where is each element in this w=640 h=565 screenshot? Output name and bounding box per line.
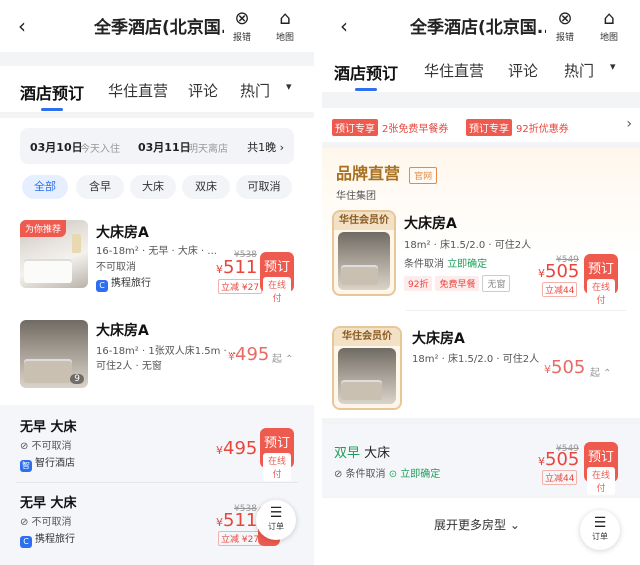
room-price: ¥495 — [228, 344, 270, 365]
back-icon[interactable]: ‹ — [18, 14, 26, 38]
left-screen: ‹ 全季酒店(北京国... ⊗ 报错 ⌂ 地图 酒店预订 华住直营 评论 热门 … — [0, 0, 314, 565]
orders-button[interactable]: ☰ 订单 — [580, 510, 620, 550]
room-info: 18m² · 床1.5/2.0 · 可住2人 — [412, 354, 540, 365]
book-button[interactable]: 预订 在线付 — [584, 442, 618, 495]
tab-reviews[interactable]: 评论 — [508, 60, 538, 81]
room-photo[interactable]: 华住会员价 — [332, 326, 402, 410]
hotel-title: 全季酒店(北京国... — [94, 18, 224, 38]
orders-icon: ☰ — [269, 505, 283, 521]
map-icon: ⌂ — [279, 8, 291, 29]
filter-chip-all[interactable]: 全部 — [22, 175, 68, 199]
promo-discount: 预订专享 92折优惠券 — [466, 119, 569, 136]
discount-badge: 立减44 — [542, 470, 578, 485]
tab-huazhu-direct[interactable]: 华住直营 — [108, 80, 168, 101]
discount-badge: 立减44 — [542, 282, 578, 297]
back-icon[interactable]: ‹ — [340, 14, 348, 38]
vip-price-badge: 华住会员价 — [334, 212, 394, 230]
room-info-2: 可住2人 · 无窗 — [96, 361, 162, 372]
tab-bar: 酒店预订 华住直营 评论 热门 ▾ — [0, 66, 314, 112]
report-error-button[interactable]: ⊗ 报错 — [550, 8, 580, 44]
vip-price-badge: 华住会员价 — [334, 328, 400, 346]
tab-popular[interactable]: 热门 — [240, 80, 270, 101]
zhixing-icon: 智 — [20, 460, 32, 472]
room-price: ¥505 — [544, 357, 586, 378]
promo-breakfast: 预订专享 2张免费早餐券 — [332, 119, 448, 136]
expand-more-rooms[interactable]: 展开更多房型 ⌄ — [434, 516, 520, 533]
cancel-policy: ⊘ 条件取消 ⊙ 立即确定 — [334, 469, 441, 480]
hotel-title: 全季酒店(北京国... — [410, 18, 546, 38]
recommend-badge: 为你推荐 — [20, 220, 67, 237]
tab-popular[interactable]: 热门 — [564, 60, 594, 81]
divider — [16, 482, 298, 483]
filter-chip-king[interactable]: 大床 — [130, 175, 176, 199]
ctrip-icon: C — [96, 280, 108, 292]
date-selector[interactable]: 03月10日 今天入住 03月11日 明天离店 共1晚 › — [20, 128, 294, 164]
report-icon: ⊗ — [557, 8, 573, 29]
filter-chip-twin[interactable]: 双床 — [182, 175, 230, 199]
room-info: 16-18m² · 无早 · 大床 · ... — [96, 246, 217, 257]
cancel-policy: 条件取消 立即确定 — [404, 259, 488, 270]
offer-price: ¥495 — [216, 438, 258, 459]
chevron-right-icon[interactable]: › — [626, 116, 632, 132]
screen-divider — [314, 0, 322, 565]
tab-booking[interactable]: 酒店预订 — [20, 80, 84, 111]
book-button[interactable]: 预订 在线付 — [584, 254, 618, 307]
divider — [406, 310, 626, 311]
supplier-ctrip: C 携程旅行 — [96, 274, 151, 292]
offer-title: 双早 大床 — [334, 446, 391, 461]
orders-button[interactable]: ☰ 订单 — [256, 500, 296, 540]
offer-price: ¥505 — [538, 449, 580, 470]
book-button[interactable]: 预订 在线付 — [260, 252, 294, 305]
room-name: 大床房A — [412, 331, 465, 347]
room-tags: 92折 免费早餐 无窗 — [404, 272, 513, 292]
map-icon: ⌂ — [603, 8, 615, 29]
orders-icon: ☰ — [593, 515, 607, 531]
right-screen: ‹ 全季酒店(北京国... ⊗ 报错 ⌂ 地图 酒店预订 华住直营 评论 热门 … — [322, 0, 640, 565]
supplier-ctrip: C 携程旅行 — [20, 530, 75, 548]
promo-bar[interactable]: 预订专享 2张免费早餐券 预订专享 92折优惠券 › — [322, 108, 640, 142]
tab-booking[interactable]: 酒店预订 — [334, 60, 398, 91]
ctrip-icon: C — [20, 536, 32, 548]
brand-title: 品牌直营 — [336, 164, 401, 183]
tab-more-icon[interactable]: ▾ — [286, 80, 292, 93]
room-photo[interactable]: 9 — [20, 320, 88, 388]
room-name: 大床房A — [96, 323, 149, 339]
photo-count: 9 — [70, 374, 84, 384]
room-photo[interactable]: 华住会员价 — [332, 210, 396, 296]
header: ‹ 全季酒店(北京国... ⊗ 报错 ⌂ 地图 — [0, 0, 314, 52]
brand-header: 品牌直营 官网 华住集团 — [336, 160, 440, 202]
room-info: 16-18m² · 1张双人床1.5m · ... — [96, 346, 240, 357]
from-label[interactable]: 起 ⌃ — [272, 350, 294, 365]
supplier-zhixing: 智智行酒店 — [20, 458, 75, 472]
map-button[interactable]: ⌂ 地图 — [270, 8, 300, 44]
official-badge: 官网 — [409, 167, 438, 184]
room-price: ¥511 — [216, 257, 258, 278]
room-photo[interactable]: 为你推荐 — [20, 220, 88, 288]
report-icon: ⊗ — [234, 8, 250, 29]
offer-title: 无早 大床 — [20, 420, 77, 435]
offer-price: ¥511 — [216, 510, 258, 531]
filter-chip-breakfast[interactable]: 含早 — [76, 175, 124, 199]
room-price: ¥505 — [538, 261, 580, 282]
tab-huazhu-direct[interactable]: 华住直营 — [424, 60, 484, 81]
cancel-policy: 不可取消 — [96, 262, 136, 273]
discount-badge: 立减 ¥27 — [218, 531, 263, 546]
room-info: 18m² · 床1.5/2.0 · 可住2人 — [404, 240, 532, 251]
tab-more-icon[interactable]: ▾ — [610, 60, 616, 73]
discount-badge: 立减 ¥27 — [218, 279, 263, 294]
offer-title: 无早 大床 — [20, 496, 77, 511]
brand-group: 华住集团 — [336, 191, 376, 202]
room-name: 大床房A — [96, 225, 149, 241]
room-name: 大床房A — [404, 216, 457, 232]
cancel-policy: ⊘ 不可取消 — [20, 441, 72, 452]
book-button[interactable]: 预订 在线付 — [260, 428, 294, 481]
report-error-button[interactable]: ⊗ 报错 — [227, 8, 257, 44]
from-label[interactable]: 起 ⌃ — [590, 364, 612, 379]
tab-bar: 酒店预订 华住直营 评论 热门 ▾ — [322, 46, 640, 92]
header: ‹ 全季酒店(北京国... ⊗ 报错 ⌂ 地图 — [322, 0, 640, 52]
cancel-policy: ⊘ 不可取消 — [20, 517, 72, 528]
map-button[interactable]: ⌂ 地图 — [594, 8, 624, 44]
filter-chip-cancelable[interactable]: 可取消 — [236, 175, 292, 199]
tab-reviews[interactable]: 评论 — [188, 80, 218, 101]
